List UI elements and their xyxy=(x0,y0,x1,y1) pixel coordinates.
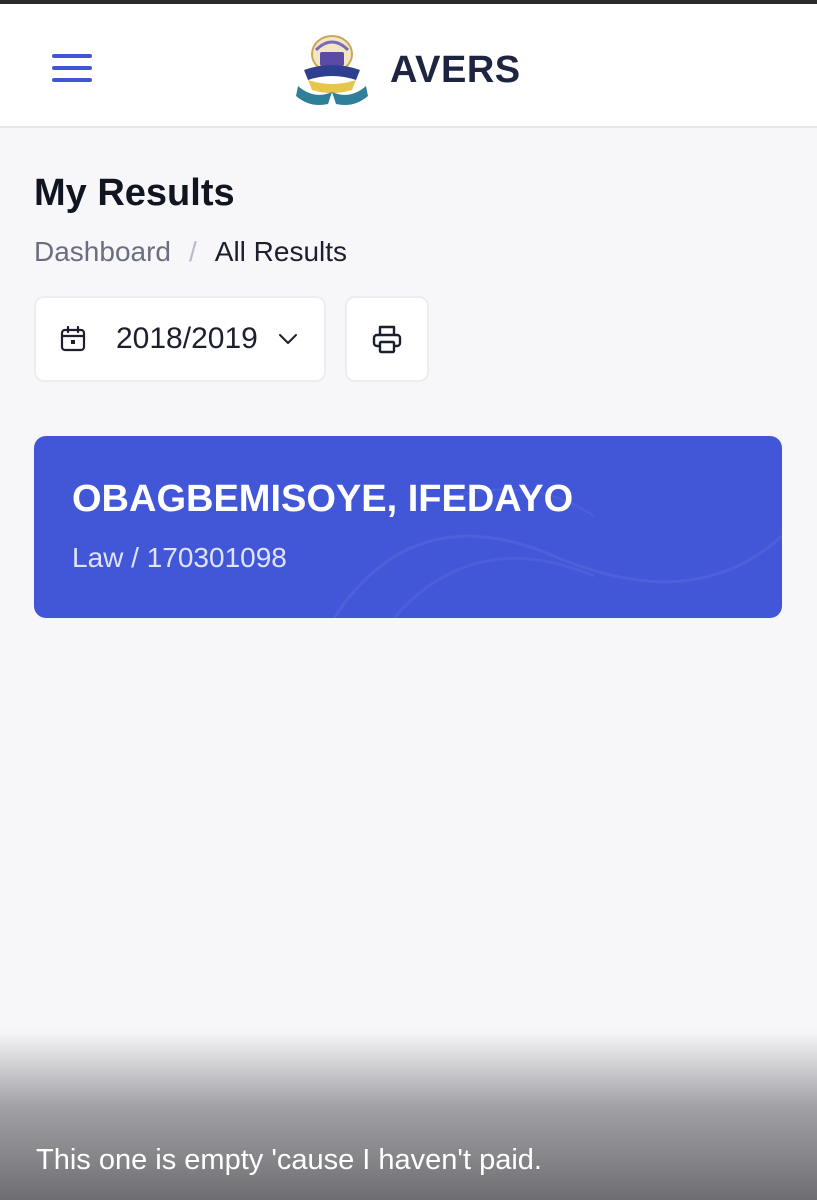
calendar-icon xyxy=(60,326,86,352)
chevron-down-icon xyxy=(278,334,297,344)
session-value: 2018/2019 xyxy=(116,322,258,355)
printer-icon xyxy=(372,325,402,354)
breadcrumb-dashboard-link[interactable]: Dashboard xyxy=(34,236,171,268)
university-crest-logo xyxy=(296,35,368,105)
print-button[interactable] xyxy=(345,296,429,382)
brand-name: AVERS xyxy=(390,48,521,91)
student-name: OBAGBEMISOYE, IFEDAYO xyxy=(72,478,574,520)
student-info-card: OBAGBEMISOYE, IFEDAYO Law / 170301098 xyxy=(34,436,782,618)
breadcrumb-separator: / xyxy=(188,236,197,267)
student-program-id: Law / 170301098 xyxy=(72,542,287,573)
page-title: My Results xyxy=(34,172,235,214)
hamburger-menu-icon[interactable] xyxy=(52,52,94,84)
brand[interactable]: AVERS xyxy=(294,30,521,110)
breadcrumb-current: All Results xyxy=(214,236,348,267)
caption-text: This one is empty 'cause I haven't paid. xyxy=(36,1144,542,1176)
card-background-pattern xyxy=(332,488,782,618)
breadcrumb: Dashboard / All Results xyxy=(34,236,347,268)
app-header: AVERS xyxy=(0,4,817,128)
session-dropdown[interactable]: 2018/2019 xyxy=(34,296,326,382)
